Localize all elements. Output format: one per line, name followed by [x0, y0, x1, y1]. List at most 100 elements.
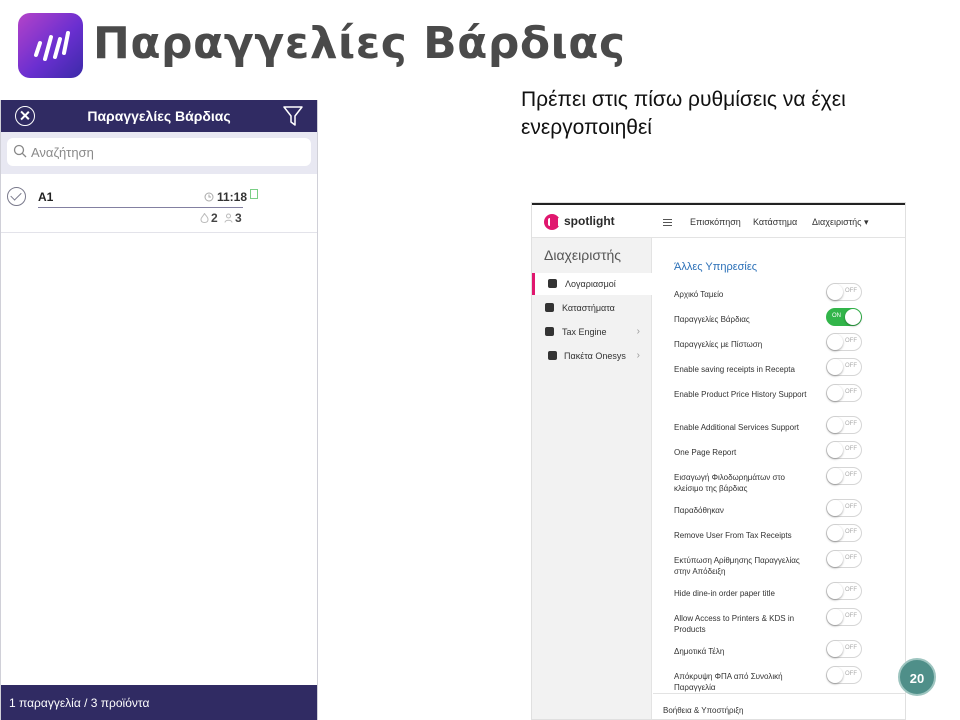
setting-label: Παραδόθηκαν [674, 506, 724, 515]
toggle-state: OFF [845, 389, 857, 395]
toggle-switch-shift-orders[interactable]: ON [826, 308, 862, 326]
person-icon [224, 213, 233, 223]
toggle-state: ON [832, 313, 841, 319]
order-count-a: 2 [211, 211, 218, 225]
toggle-switch[interactable]: OFF [826, 283, 862, 301]
page-number: 20 [909, 671, 925, 686]
nav-overview[interactable]: Επισκόπηση [690, 217, 741, 227]
toggle-switch[interactable]: OFF [826, 608, 862, 626]
setting-label: One Page Report [674, 448, 737, 457]
toggle-state: OFF [845, 338, 857, 344]
spotlight-logo-icon [544, 214, 560, 230]
sidebar-item-tax-engine[interactable]: Tax Engine › [532, 321, 652, 343]
toggle-state: OFF [845, 645, 857, 651]
nav-store[interactable]: Κατάστημα [753, 217, 797, 227]
mobile-app-panel: Παραγγελίες Βάρδιας A1 11:18 2 [0, 100, 318, 720]
toggle-state: OFF [845, 587, 857, 593]
toggle-switch[interactable]: OFF [826, 441, 862, 459]
search-box[interactable] [7, 138, 311, 166]
toggle-state: OFF [845, 555, 857, 561]
help-support-link[interactable]: Βοήθεια & Υποστήριξη [663, 706, 743, 715]
menu-icon[interactable] [663, 219, 672, 226]
toggle-switch[interactable]: OFF [826, 550, 862, 568]
app-header: Παραγγελίες Βάρδιας [1, 100, 317, 132]
toggle-switch[interactable]: OFF [826, 499, 862, 517]
percent-icon [545, 327, 554, 336]
toggle-switch[interactable]: OFF [826, 640, 862, 658]
toggle-switch[interactable]: OFF [826, 333, 862, 351]
app-footer: 1 παραγγελία / 3 προϊόντα [1, 685, 317, 720]
sidebar-title: Διαχειριστής [544, 247, 622, 263]
toggle-state: OFF [845, 529, 857, 535]
setting-label: Remove User From Tax Receipts [674, 531, 792, 540]
flame-icon [200, 213, 209, 223]
toggle-state: OFF [845, 613, 857, 619]
setting-label: Enable Additional Services Support [674, 423, 799, 432]
check-circle-icon[interactable] [7, 187, 26, 206]
settings-content: Άλλες Υπηρεσίες Αρχικό Ταμείο OFF Παραγγ… [653, 238, 905, 719]
nav-admin[interactable]: Διαχειριστής ▾ [812, 217, 869, 228]
order-count-b: 3 [235, 211, 242, 225]
search-icon [13, 144, 27, 158]
brand-name: spotlight [564, 214, 615, 228]
setting-label: Εισαγωγή Φιλοδωρημάτων στο κλείσιμο της … [674, 473, 785, 493]
setting-label: Enable Product Price History Support [674, 390, 807, 399]
slide-note: Πρέπει στις πίσω ρυθμίσεις να έχει ενεργ… [521, 88, 846, 139]
sidebar-item-label: Πακέτα Onesys [564, 351, 626, 361]
toggle-state: OFF [845, 504, 857, 510]
setting-label: Αρχικό Ταμείο [674, 290, 724, 299]
toggle-state: OFF [845, 421, 857, 427]
toggle-state: OFF [845, 446, 857, 452]
toggle-switch[interactable]: OFF [826, 467, 862, 485]
search-input[interactable] [31, 142, 291, 162]
sidebar-item-label: Λογαριασμοί [565, 279, 616, 289]
briefcase-icon [545, 303, 554, 312]
admin-sidebar: Διαχειριστής Λογαριασμοί Καταστήματα Tax… [532, 238, 652, 719]
setting-label: Παραγγελίες Βάρδιας [674, 315, 750, 324]
app-header-title: Παραγγελίες Βάρδιας [87, 108, 231, 124]
search-bar [1, 132, 317, 174]
setting-label: Δημοτικά Τέλη [674, 647, 725, 656]
sidebar-item-stores[interactable]: Καταστήματα [532, 297, 652, 319]
app-logo [18, 13, 83, 78]
sidebar-item-onesys[interactable]: Πακέτα Onesys › [532, 345, 652, 367]
admin-footer: Βοήθεια & Υποστήριξη [653, 693, 905, 719]
setting-label: Απόκρυψη ΦΠΑ από Συνολική Παραγγελία [674, 672, 783, 692]
order-divider [38, 207, 243, 208]
toggle-switch[interactable]: OFF [826, 582, 862, 600]
toggle-state: OFF [845, 472, 857, 478]
order-time: 11:18 [217, 190, 248, 204]
setting-label: Allow Access to Printers & KDS in Produc… [674, 614, 795, 634]
toggle-switch[interactable]: OFF [826, 524, 862, 542]
toggle-switch[interactable]: OFF [826, 384, 862, 402]
setting-label: Παραγγελίες με Πίστωση [674, 340, 763, 349]
clock-icon [204, 192, 214, 202]
toggle-state: OFF [845, 288, 857, 294]
users-icon [548, 279, 557, 288]
bars-logo-icon [34, 31, 70, 61]
chevron-right-icon: › [636, 350, 640, 361]
filter-icon[interactable] [283, 105, 303, 127]
section-title: Άλλες Υπηρεσίες [674, 261, 758, 273]
setting-label: Εκτύπωση Αρίθμησης Παραγγελίας στην Απόδ… [674, 556, 800, 576]
order-row[interactable]: A1 11:18 2 3 [1, 178, 317, 233]
order-summary: 1 παραγγελία / 3 προϊόντα [9, 696, 150, 710]
toggle-switch[interactable]: OFF [826, 358, 862, 376]
setting-label: Hide dine-in order paper title [674, 589, 775, 598]
toggle-switch[interactable]: OFF [826, 666, 862, 684]
setting-label: Enable saving receipts in Recepta [674, 365, 795, 374]
admin-panel: spotlight Επισκόπηση Κατάστημα Διαχειρισ… [531, 202, 906, 720]
chevron-right-icon: › [636, 326, 640, 337]
admin-topbar: spotlight Επισκόπηση Κατάστημα Διαχειρισ… [532, 203, 905, 238]
document-icon [548, 351, 557, 360]
sidebar-item-accounts[interactable]: Λογαριασμοί [532, 273, 652, 295]
order-name: A1 [38, 190, 54, 204]
slide-title: Παραγγελίες Βάρδιας [93, 18, 626, 69]
sidebar-item-label: Καταστήματα [562, 303, 615, 313]
sidebar-item-label: Tax Engine [562, 327, 607, 337]
toggle-state: OFF [845, 671, 857, 677]
page-number-badge: 20 [898, 658, 936, 696]
receipt-icon [250, 189, 258, 199]
toggle-switch[interactable]: OFF [826, 416, 862, 434]
toggle-state: OFF [845, 363, 857, 369]
